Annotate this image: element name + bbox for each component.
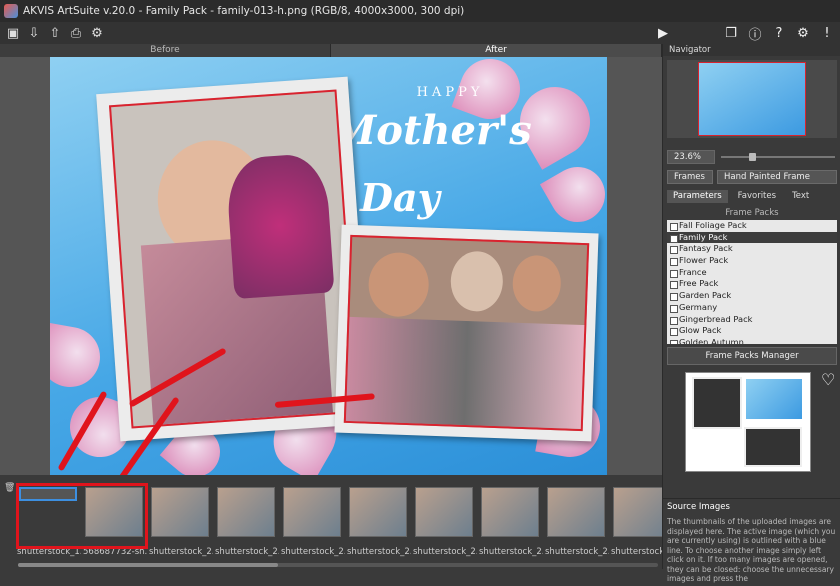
- mothers-text: Mother's: [332, 107, 532, 154]
- source-thumbnail[interactable]: [283, 487, 341, 537]
- filmstrip-scrollbar[interactable]: [18, 563, 658, 567]
- window-title: AKVIS ArtSuite v.20.0 - Family Pack - fa…: [23, 5, 465, 17]
- source-thumbnail[interactable]: [547, 487, 605, 537]
- frame-pack-item[interactable]: Gingerbread Pack: [667, 314, 837, 326]
- zoom-knob[interactable]: [749, 153, 756, 161]
- source-thumbnail[interactable]: [415, 487, 473, 537]
- help-icon[interactable]: ?: [770, 24, 788, 42]
- tab-before[interactable]: Before: [0, 44, 331, 57]
- settings-panel: Navigator 23.6% Frames Hand Painted Fram…: [662, 44, 840, 583]
- frame-preview[interactable]: [685, 372, 811, 472]
- tab-after[interactable]: After: [331, 44, 662, 57]
- frame-pack-item[interactable]: Fall Foliage Pack: [667, 220, 837, 232]
- source-images-strip: 🗑 shutterstock_1... 568687732-sh... shutte…: [0, 475, 675, 569]
- thumbnail-label: shutterstock_2...: [215, 547, 279, 557]
- save-icon[interactable]: ⇩: [25, 24, 43, 42]
- frame-pack-item[interactable]: France: [667, 267, 837, 279]
- frame-pack-item[interactable]: Glow Pack: [667, 325, 837, 337]
- navigator-box[interactable]: [667, 60, 837, 138]
- frame-pack-item[interactable]: Fantasy Pack: [667, 243, 837, 255]
- open-icon[interactable]: ▣: [4, 24, 22, 42]
- thumbnail-label: shutterstock_2...: [281, 547, 345, 557]
- artwork-image: HAPPY Mother's Day: [50, 57, 607, 475]
- happy-text: HAPPY: [416, 85, 484, 100]
- frame-pack-item[interactable]: Germany: [667, 302, 837, 314]
- zoom-row: 23.6%: [667, 150, 837, 164]
- thumbnail-label: shutterstock_2...: [413, 547, 477, 557]
- zoom-slider[interactable]: [721, 153, 835, 161]
- info-icon[interactable]: ⓘ: [746, 24, 764, 43]
- zoom-select[interactable]: 23.6%: [667, 150, 715, 164]
- play-icon[interactable]: ▶: [654, 24, 672, 42]
- thumbnail-label: shutterstock_2...: [479, 547, 543, 557]
- source-images-text: The thumbnails of the uploaded images ar…: [667, 517, 836, 583]
- view-tabs: Before After: [0, 44, 662, 57]
- source-thumbnail[interactable]: [349, 487, 407, 537]
- frame-pack-item[interactable]: Free Pack: [667, 278, 837, 290]
- frame-pack-item[interactable]: Garden Pack: [667, 290, 837, 302]
- photo-family: [343, 234, 590, 432]
- highlight-box: [16, 483, 148, 549]
- frame-packs-title: Frame Packs: [725, 208, 779, 218]
- frame-pack-item[interactable]: Golden Autumn: [667, 337, 837, 344]
- source-images-title: Source Images: [667, 502, 730, 512]
- frame-pack-item[interactable]: Flower Pack: [667, 255, 837, 267]
- frame-packs-list[interactable]: Fall Foliage Pack Family Pack Fantasy Pack…: [667, 220, 837, 344]
- frame-packs-manager-button[interactable]: Frame Packs Manager: [667, 347, 837, 365]
- frame-pack-item[interactable]: Family Pack: [667, 231, 837, 244]
- thumbnail-label: shutterstock_2...: [347, 547, 411, 557]
- export-icon[interactable]: ⇧: [46, 24, 64, 42]
- category-select[interactable]: Frames: [667, 170, 713, 184]
- day-text: Day: [360, 175, 440, 220]
- windows-icon[interactable]: ❐: [722, 24, 740, 42]
- flower-decoration: [539, 156, 607, 233]
- title-bar: AKVIS ArtSuite v.20.0 - Family Pack - fa…: [0, 0, 840, 22]
- source-thumbnail[interactable]: [151, 487, 209, 537]
- tab-text[interactable]: Text: [786, 190, 815, 203]
- photo-frame-2: [334, 224, 599, 442]
- frame-type-select[interactable]: Hand Painted Frame: [717, 170, 837, 184]
- navigator-label: Navigator: [669, 45, 711, 55]
- navigator-preview[interactable]: [698, 62, 806, 136]
- toolbar: ▣ ⇩ ⇧ ⎙ ⚙ ▶ ❐ ⓘ ? ⚙ !: [0, 22, 840, 44]
- source-thumbnail[interactable]: [481, 487, 539, 537]
- photo-girl-with-tulips: [108, 89, 360, 429]
- share-icon[interactable]: ⚙: [88, 24, 106, 42]
- print-icon[interactable]: ⎙: [67, 24, 85, 42]
- tab-favorites[interactable]: Favorites: [732, 190, 782, 203]
- image-canvas[interactable]: HAPPY Mother's Day: [0, 57, 662, 482]
- trash-icon[interactable]: 🗑: [4, 483, 15, 493]
- alert-icon[interactable]: !: [818, 24, 836, 42]
- settings-tabs: Parameters Favorites Text: [667, 190, 837, 203]
- navigator-header: Navigator: [663, 44, 840, 56]
- photo-frame-1: [96, 76, 372, 442]
- source-images-info: Source Images The thumbnails of the uplo…: [663, 498, 840, 583]
- favorite-heart-icon[interactable]: ♡: [821, 370, 835, 389]
- tab-parameters[interactable]: Parameters: [667, 190, 728, 203]
- settings-icon[interactable]: ⚙: [794, 24, 812, 42]
- flower-decoration: [50, 322, 105, 392]
- source-thumbnail[interactable]: [217, 487, 275, 537]
- thumbnail-label: shutterstock_2...: [545, 547, 609, 557]
- app-logo-icon: [4, 4, 18, 18]
- thumbnail-label: shutterstock_2...: [149, 547, 213, 557]
